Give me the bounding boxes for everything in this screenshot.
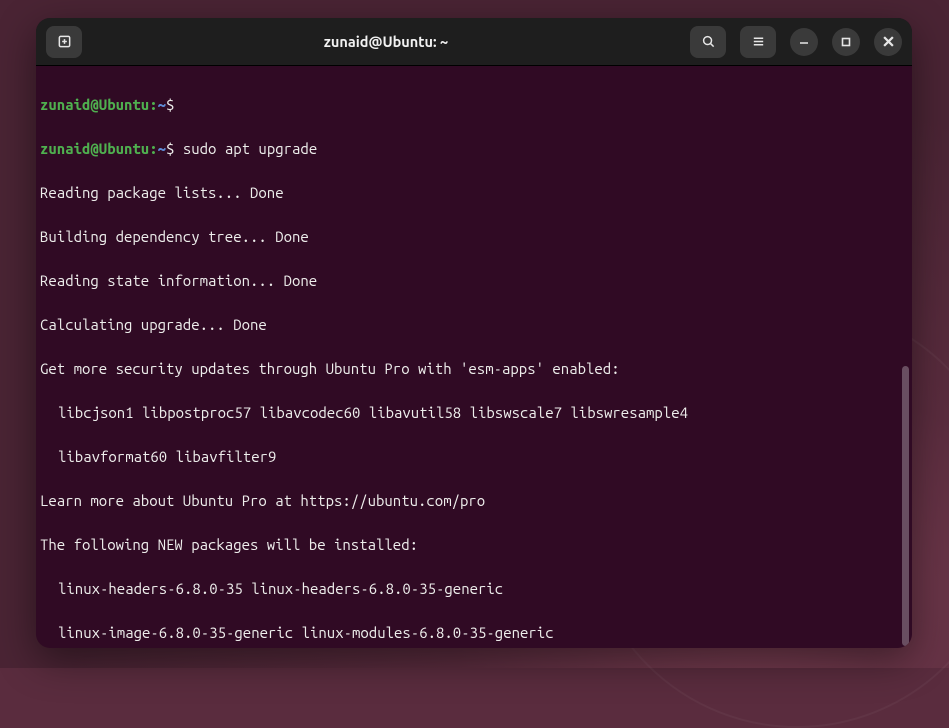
prompt-line: zunaid@Ubuntu:~$ <box>40 94 908 116</box>
prompt-line: zunaid@Ubuntu:~$ sudo apt upgrade <box>40 138 908 160</box>
output-line: Reading package lists... Done <box>40 182 908 204</box>
search-icon <box>701 34 716 49</box>
minimize-button[interactable] <box>790 28 818 56</box>
output-line: linux-headers-6.8.0-35 linux-headers-6.8… <box>40 578 908 600</box>
output-line: Learn more about Ubuntu Pro at https://u… <box>40 490 908 512</box>
output-line: Reading state information... Done <box>40 270 908 292</box>
output-line: libavformat60 libavfilter9 <box>40 446 908 468</box>
minimize-icon <box>798 36 810 48</box>
close-button[interactable] <box>874 28 902 56</box>
output-line: Building dependency tree... Done <box>40 226 908 248</box>
maximize-button[interactable] <box>832 28 860 56</box>
output-line: Calculating upgrade... Done <box>40 314 908 336</box>
prompt-path: ~ <box>158 96 166 113</box>
terminal-window: zunaid@Ubuntu: ~ <box>36 18 912 648</box>
titlebar: zunaid@Ubuntu: ~ <box>36 18 912 66</box>
new-tab-icon <box>57 34 72 49</box>
output-line: libcjson1 libpostproc57 libavcodec60 lib… <box>40 402 908 424</box>
output-line: The following NEW packages will be insta… <box>40 534 908 556</box>
prompt-sep: : <box>149 140 157 157</box>
terminal-body[interactable]: zunaid@Ubuntu:~$ zunaid@Ubuntu:~$ sudo a… <box>36 66 912 648</box>
prompt-marker: $ <box>166 140 174 157</box>
terminal-content: zunaid@Ubuntu:~$ zunaid@Ubuntu:~$ sudo a… <box>40 72 908 648</box>
scrollbar-thumb[interactable] <box>902 366 909 646</box>
output-line: Get more security updates through Ubuntu… <box>40 358 908 380</box>
command-upgrade: sudo apt upgrade <box>183 140 317 157</box>
maximize-icon <box>840 36 852 48</box>
new-tab-button[interactable] <box>46 26 82 58</box>
prompt-marker: $ <box>166 96 174 113</box>
hamburger-icon <box>751 34 766 49</box>
prompt-path: ~ <box>158 140 166 157</box>
prompt-sep: : <box>149 96 157 113</box>
window-title: zunaid@Ubuntu: ~ <box>88 33 684 50</box>
menu-button[interactable] <box>740 26 776 58</box>
close-icon <box>881 34 896 49</box>
prompt-user-host: zunaid@Ubuntu <box>40 140 149 157</box>
search-button[interactable] <box>690 26 726 58</box>
prompt-user-host: zunaid@Ubuntu <box>40 96 149 113</box>
output-line: linux-image-6.8.0-35-generic linux-modul… <box>40 622 908 644</box>
